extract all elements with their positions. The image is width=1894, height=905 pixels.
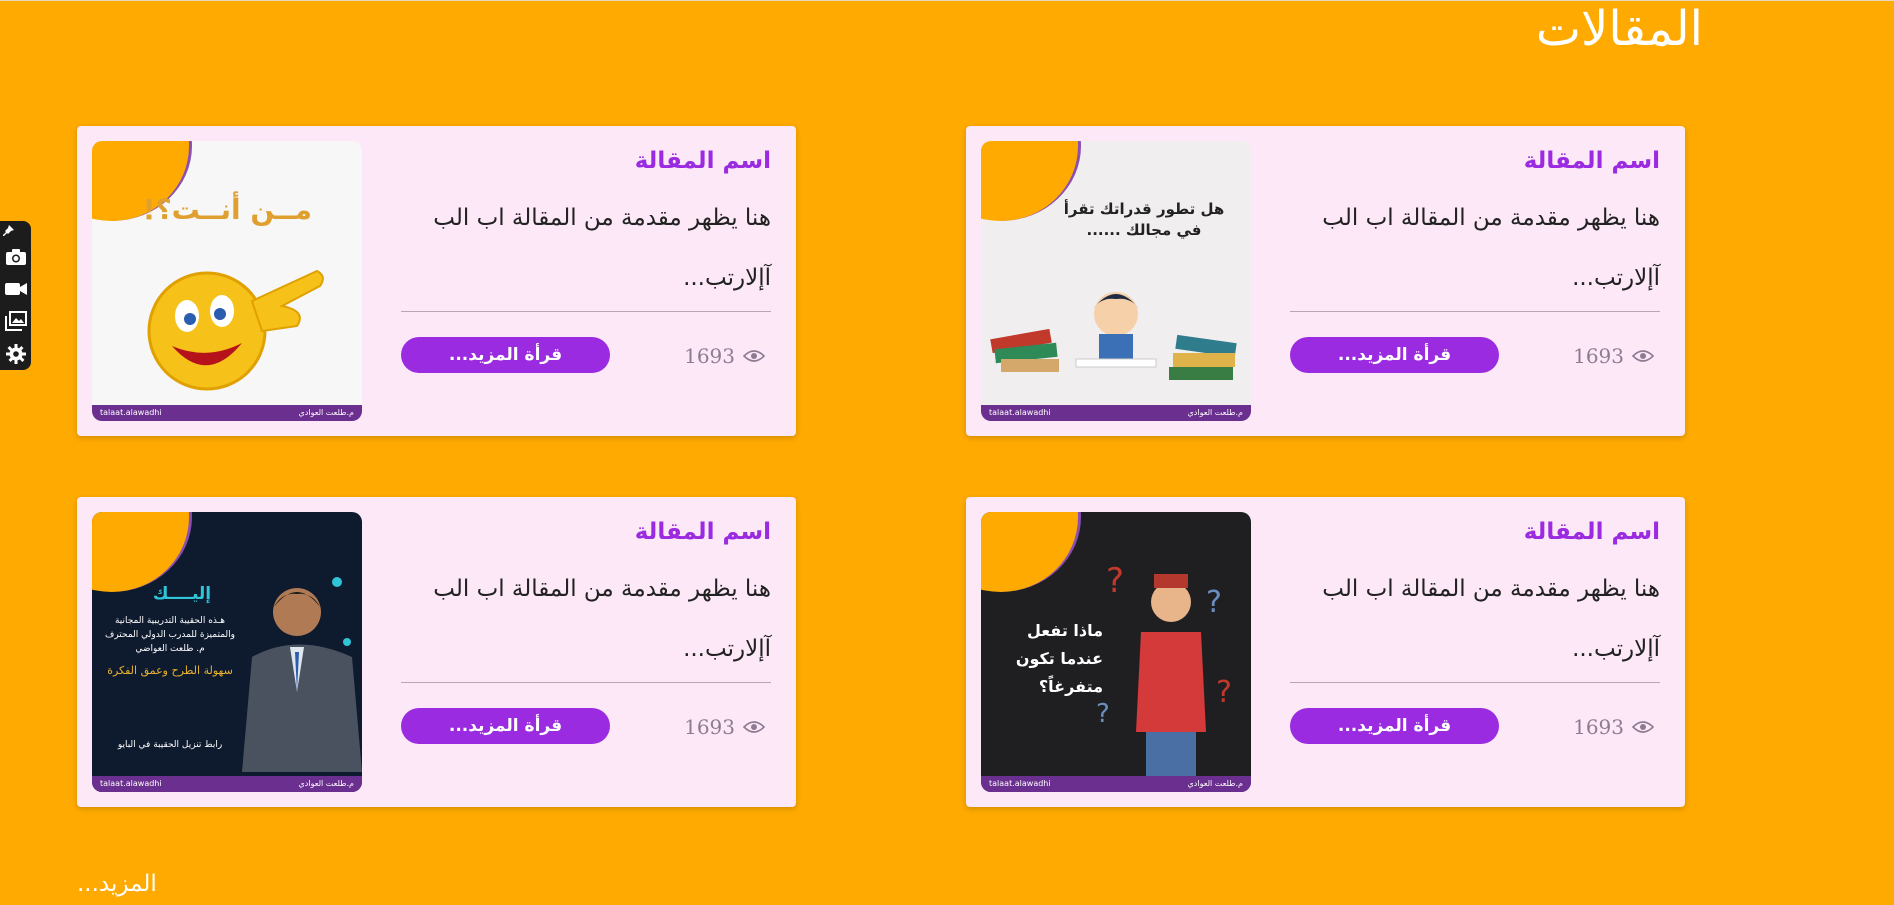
divider — [401, 311, 771, 312]
view-count-value: 1693 — [684, 344, 735, 368]
eye-icon — [1632, 721, 1654, 733]
article-thumbnail[interactable]: إليــــك هـذه الحقيبة التدريبية المجانية… — [92, 512, 362, 792]
reading-kid-illustration — [990, 292, 1237, 380]
view-count: 1693 — [1540, 713, 1660, 741]
article-excerpt: هنا يظهر مقدمة من المقالة اب الب آإلارتب… — [433, 205, 771, 291]
more-articles-link[interactable]: المزيد... — [77, 871, 157, 897]
eye-icon — [743, 350, 765, 362]
thumbnail-footer: talaat.alawadhi م.طلعت العوادي — [92, 776, 362, 792]
article-card: هل تطور قدراتك تقرأ في مجالك ...... tala… — [966, 126, 1685, 436]
view-count: 1693 — [1540, 342, 1660, 370]
svg-text:?: ? — [1106, 561, 1124, 601]
article-title[interactable]: اسم المقالة — [1524, 148, 1660, 174]
article-excerpt: هنا يظهر مقدمة من المقالة اب الب آإلارتب… — [1322, 205, 1660, 291]
eye-icon — [743, 721, 765, 733]
side-toolbar — [0, 221, 31, 370]
video-icon[interactable] — [0, 273, 31, 305]
thumbnail-link-text: رابط تنزيل الحقيبة في البايو — [117, 740, 223, 750]
gear-icon[interactable] — [0, 338, 31, 370]
thumbnail-footer: talaat.alawadhi م.طلعت العوادي — [981, 405, 1251, 421]
view-count: 1693 — [651, 342, 771, 370]
article-excerpt: هنا يظهر مقدمة من المقالة اب الب آإلارتب… — [1322, 576, 1660, 662]
svg-text:?: ? — [1216, 675, 1232, 710]
thumbnail-tag: سهولة الطرح وعمق الفكرة — [107, 664, 233, 677]
eye-icon — [1632, 350, 1654, 362]
view-count-value: 1693 — [1573, 344, 1624, 368]
thumbnail-headline: هل تطور قدراتك تقرأ في مجالك ...... — [1063, 200, 1225, 239]
pin-icon[interactable] — [0, 225, 31, 241]
presenter-photo — [242, 577, 362, 772]
article-title[interactable]: اسم المقالة — [1524, 519, 1660, 545]
gallery-icon[interactable] — [0, 305, 31, 337]
svg-text:?: ? — [1096, 699, 1110, 729]
thumbnail-headline: ماذا تفعل عندما تكون متفرغاً؟ — [1015, 621, 1103, 696]
read-more-button[interactable]: قرأة المزيد... — [1290, 708, 1499, 744]
article-thumbnail[interactable]: هل تطور قدراتك تقرأ في مجالك ...... tala… — [981, 141, 1251, 421]
article-card: ماذا تفعل عندما تكون متفرغاً؟ ? ? ? ? ta… — [966, 497, 1685, 807]
article-title[interactable]: اسم المقالة — [635, 519, 771, 545]
read-more-button[interactable]: قرأة المزيد... — [401, 708, 610, 744]
thumbnail-footer: talaat.alawadhi م.طلعت العوادي — [92, 405, 362, 421]
article-thumbnail[interactable]: ماذا تفعل عندما تكون متفرغاً؟ ? ? ? ? ta… — [981, 512, 1251, 792]
article-card: مــن أنــت؟! talaat.alawadhi م.طلعت العو… — [77, 126, 796, 436]
view-count-value: 1693 — [1573, 715, 1624, 739]
divider — [1290, 682, 1660, 683]
thumbnail-subtext: هـذه الحقيبة التدريبية المجانية والمتميز… — [105, 616, 235, 654]
svg-text:?: ? — [1206, 585, 1222, 620]
thumbnail-headline: مــن أنــت؟! — [142, 193, 312, 226]
camera-icon[interactable] — [0, 241, 31, 273]
read-more-button[interactable]: قرأة المزيد... — [1290, 337, 1499, 373]
thumbnail-footer: talaat.alawadhi م.طلعت العوادي — [981, 776, 1251, 792]
divider — [1290, 311, 1660, 312]
thinking-man-illustration: ? ? ? ? — [1096, 561, 1232, 782]
article-title[interactable]: اسم المقالة — [635, 148, 771, 174]
article-excerpt: هنا يظهر مقدمة من المقالة اب الب آإلارتب… — [433, 576, 771, 662]
article-thumbnail[interactable]: مــن أنــت؟! talaat.alawadhi م.طلعت العو… — [92, 141, 362, 421]
view-count: 1693 — [651, 713, 771, 741]
read-more-button[interactable]: قرأة المزيد... — [401, 337, 610, 373]
thumbnail-headline: إليــــك — [152, 584, 212, 604]
smiley-illustration — [147, 269, 324, 391]
page-title: المقالات — [1535, 1, 1703, 57]
view-count-value: 1693 — [684, 715, 735, 739]
divider — [401, 682, 771, 683]
article-card: إليــــك هـذه الحقيبة التدريبية المجانية… — [77, 497, 796, 807]
